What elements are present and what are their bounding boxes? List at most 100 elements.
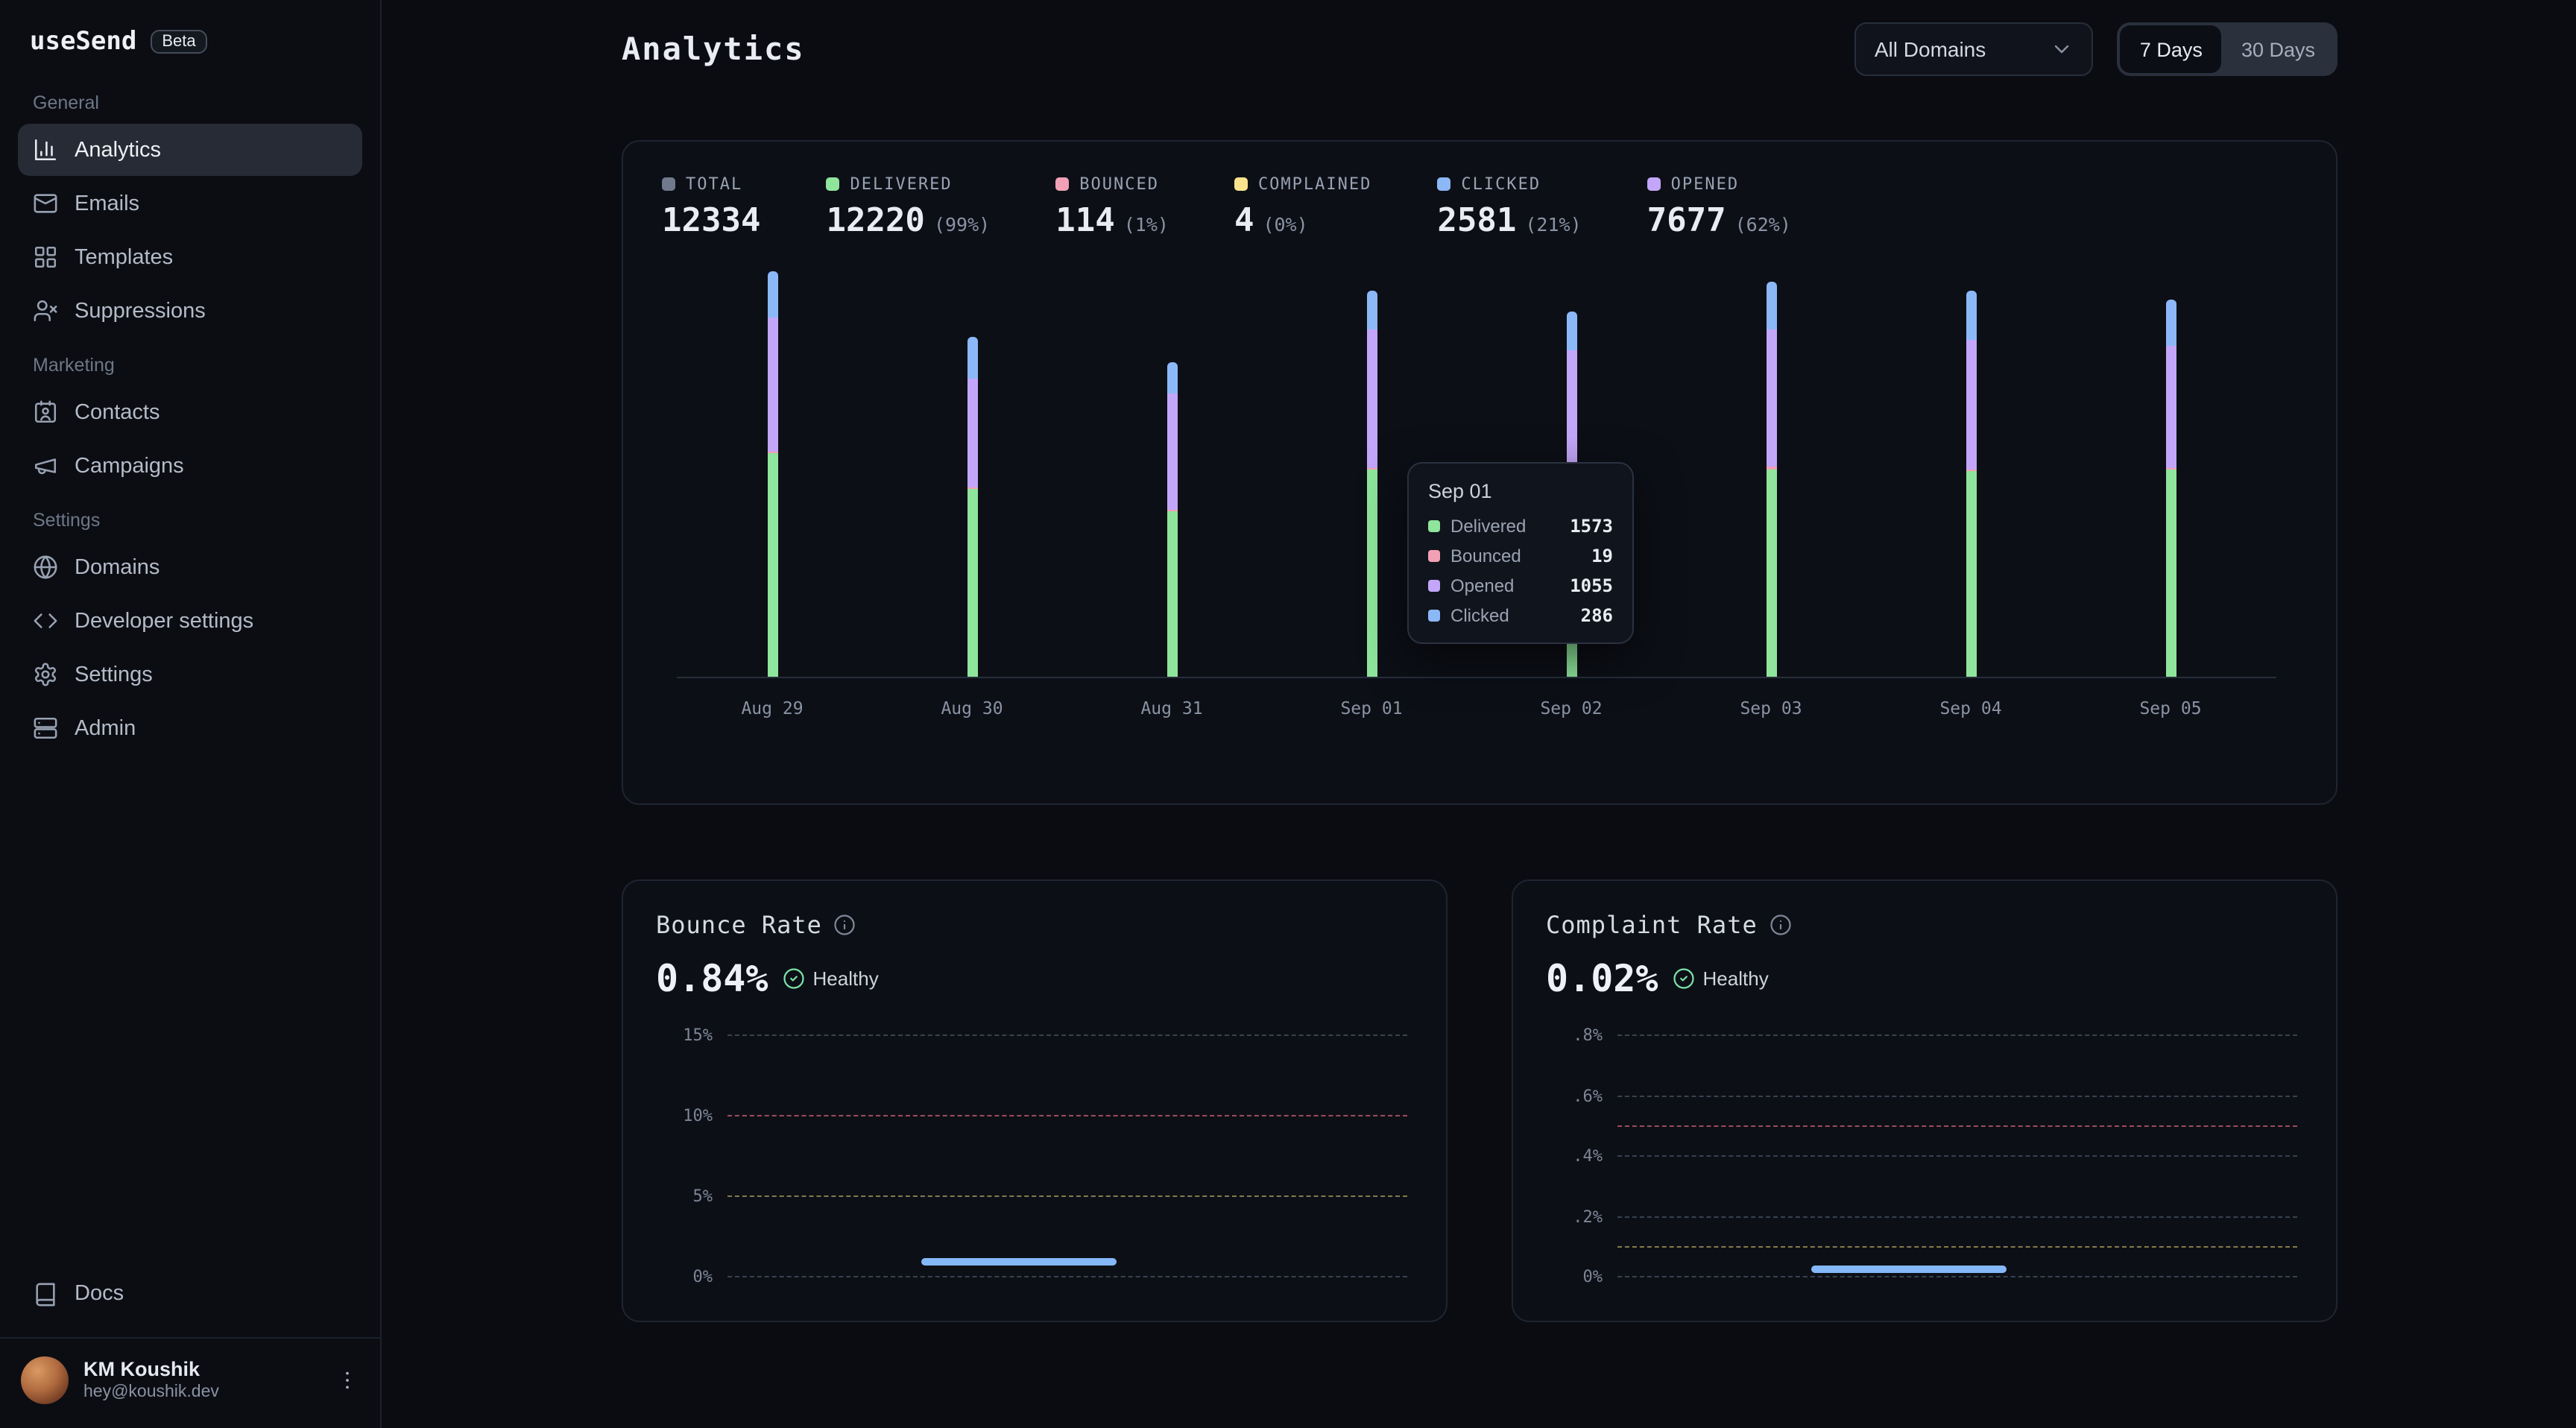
gridline xyxy=(1617,1276,2297,1277)
x-axis-line xyxy=(677,677,2276,678)
globe-icon xyxy=(33,555,58,580)
bar-sep-03[interactable] xyxy=(1766,282,1776,677)
sidebar-item-developer-settings[interactable]: Developer settings xyxy=(18,595,362,647)
sidebar-item-admin[interactable]: Admin xyxy=(18,702,362,754)
stat-label-text: COMPLAINED xyxy=(1258,174,1371,194)
tooltip-row: Bounced19 xyxy=(1428,546,1613,566)
bar-aug-30[interactable] xyxy=(967,337,977,677)
sidebar-item-analytics[interactable]: Analytics xyxy=(18,124,362,176)
bar-sep-04[interactable] xyxy=(1966,290,1976,677)
bar-aug-29[interactable] xyxy=(767,271,777,677)
opened-dot xyxy=(1647,177,1661,191)
complaint-rate-chart: .8%.6%.4%.2%0% xyxy=(1546,1021,2303,1286)
bar-sep-05[interactable] xyxy=(2165,300,2176,677)
stat-value-opened: 7677(62%) xyxy=(1647,203,1791,240)
rate-card-title: Complaint Rate xyxy=(1546,911,1758,939)
tooltip-value: 286 xyxy=(1581,605,1613,626)
sidebar-item-docs[interactable]: Docs xyxy=(18,1268,362,1320)
segment-clicked xyxy=(1966,290,1976,340)
user-email: hey@koushik.dev xyxy=(83,1382,321,1404)
tooltip-label: Delivered xyxy=(1450,516,1559,537)
sidebar-item-settings[interactable]: Settings xyxy=(18,648,362,701)
domain-filter-dropdown[interactable]: All Domains xyxy=(1855,22,2094,76)
range-button-30-days[interactable]: 30 Days xyxy=(2222,25,2334,73)
threshold-line xyxy=(1617,1246,2297,1248)
x-tick-label: Aug 31 xyxy=(1140,698,1202,718)
sidebar-nav: GeneralAnalyticsEmailsTemplatesSuppressi… xyxy=(18,75,362,756)
stat-label-text: CLICKED xyxy=(1461,174,1541,194)
sidebar-item-emails[interactable]: Emails xyxy=(18,177,362,230)
segment-clicked xyxy=(1566,312,1576,351)
sidebar-item-label: Campaigns xyxy=(75,454,184,478)
tooltip-value: 1055 xyxy=(1570,575,1613,596)
gridline xyxy=(727,1276,1407,1277)
bounce-rate-chart: 15%10%5%0% xyxy=(656,1021,1413,1286)
user-menu[interactable]: KM Koushik hey@koushik.dev xyxy=(0,1336,380,1407)
segment-opened xyxy=(1366,329,1377,467)
y-tick-label: .4% xyxy=(1546,1146,1603,1166)
stat-number: 114 xyxy=(1055,203,1115,240)
info-icon[interactable] xyxy=(1770,914,1792,936)
opened-dot xyxy=(1428,580,1440,592)
sidebar-item-label: Admin xyxy=(75,716,136,740)
range-button-7-days[interactable]: 7 Days xyxy=(2121,25,2222,73)
app-logo: useSend xyxy=(30,27,136,57)
gridline xyxy=(1617,1034,2297,1036)
avatar xyxy=(21,1356,69,1404)
y-tick-label: 10% xyxy=(656,1106,713,1125)
stat-label-text: BOUNCED xyxy=(1079,174,1159,194)
clicked-dot xyxy=(1428,610,1440,622)
complaint-rate-card: Complaint Rate 0.02% Healthy .8%.6%.4%.2%0% xyxy=(1512,879,2337,1322)
stat-percent: (21%) xyxy=(1525,213,1581,236)
segment-clicked xyxy=(967,337,977,378)
segment-delivered xyxy=(1766,469,1776,677)
tooltip-row: Delivered1573 xyxy=(1428,516,1613,537)
sidebar-item-domains[interactable]: Domains xyxy=(18,541,362,593)
status-text: Healthy xyxy=(1703,967,1769,990)
stat-label-opened: OPENED xyxy=(1647,174,1791,194)
bounce-rate-value-row: 0.84%Healthy xyxy=(656,957,1413,1000)
bar-aug-31[interactable] xyxy=(1167,362,1177,677)
stat-percent: (0%) xyxy=(1263,213,1307,236)
analytics-overview-card: TOTAL12334DELIVERED12220(99%)BOUNCED114(… xyxy=(622,140,2337,805)
stat-number: 12220 xyxy=(826,203,924,240)
segment-opened xyxy=(2165,347,2176,468)
sidebar-item-templates[interactable]: Templates xyxy=(18,231,362,283)
info-icon[interactable] xyxy=(834,914,856,936)
gridline xyxy=(1617,1155,2297,1157)
sidebar-item-campaigns[interactable]: Campaigns xyxy=(18,440,362,492)
stat-label-text: DELIVERED xyxy=(850,174,952,194)
ellipsis-vertical-icon[interactable] xyxy=(335,1368,359,1392)
sidebar-item-label: Emails xyxy=(75,192,139,215)
segment-clicked xyxy=(2165,300,2176,347)
complaint-rate-plot-area xyxy=(1617,1021,2297,1286)
stat-label-total: TOTAL xyxy=(662,174,760,194)
stat-total: TOTAL 12334 xyxy=(662,174,760,240)
stat-label-text: TOTAL xyxy=(686,174,742,194)
sidebar-item-suppressions[interactable]: Suppressions xyxy=(18,285,362,337)
rate-cards-row: Bounce Rate0.84%Healthy15%10%5%0% Compla… xyxy=(622,879,2337,1322)
gridline xyxy=(1617,1216,2297,1217)
contact-icon xyxy=(33,399,58,425)
threshold-line xyxy=(727,1195,1407,1197)
sidebar-item-contacts[interactable]: Contacts xyxy=(18,386,362,438)
page-header: Analytics All Domains 7 Days30 Days xyxy=(622,21,2337,78)
sidebar-spacer xyxy=(18,756,362,1268)
rate-value: 0.02% xyxy=(1546,957,1658,1000)
stat-label-text: OPENED xyxy=(1671,174,1740,194)
bar-chart-icon xyxy=(33,137,58,162)
status-text: Healthy xyxy=(813,967,879,990)
domain-filter-value: All Domains xyxy=(1875,37,1986,61)
y-tick-label: 15% xyxy=(656,1026,713,1045)
stat-label-clicked: CLICKED xyxy=(1437,174,1581,194)
stat-complained: COMPLAINED4(0%) xyxy=(1234,174,1371,240)
stat-number: 12334 xyxy=(662,203,760,240)
segment-clicked xyxy=(1167,362,1177,394)
tooltip-date: Sep 01 xyxy=(1428,480,1613,502)
tooltip-label: Opened xyxy=(1450,575,1559,596)
x-tick-label: Aug 29 xyxy=(741,698,803,718)
page-title: Analytics xyxy=(622,31,805,67)
rate-data-line xyxy=(1812,1266,2007,1273)
bar-sep-01[interactable] xyxy=(1366,291,1377,677)
server-icon xyxy=(33,715,58,741)
